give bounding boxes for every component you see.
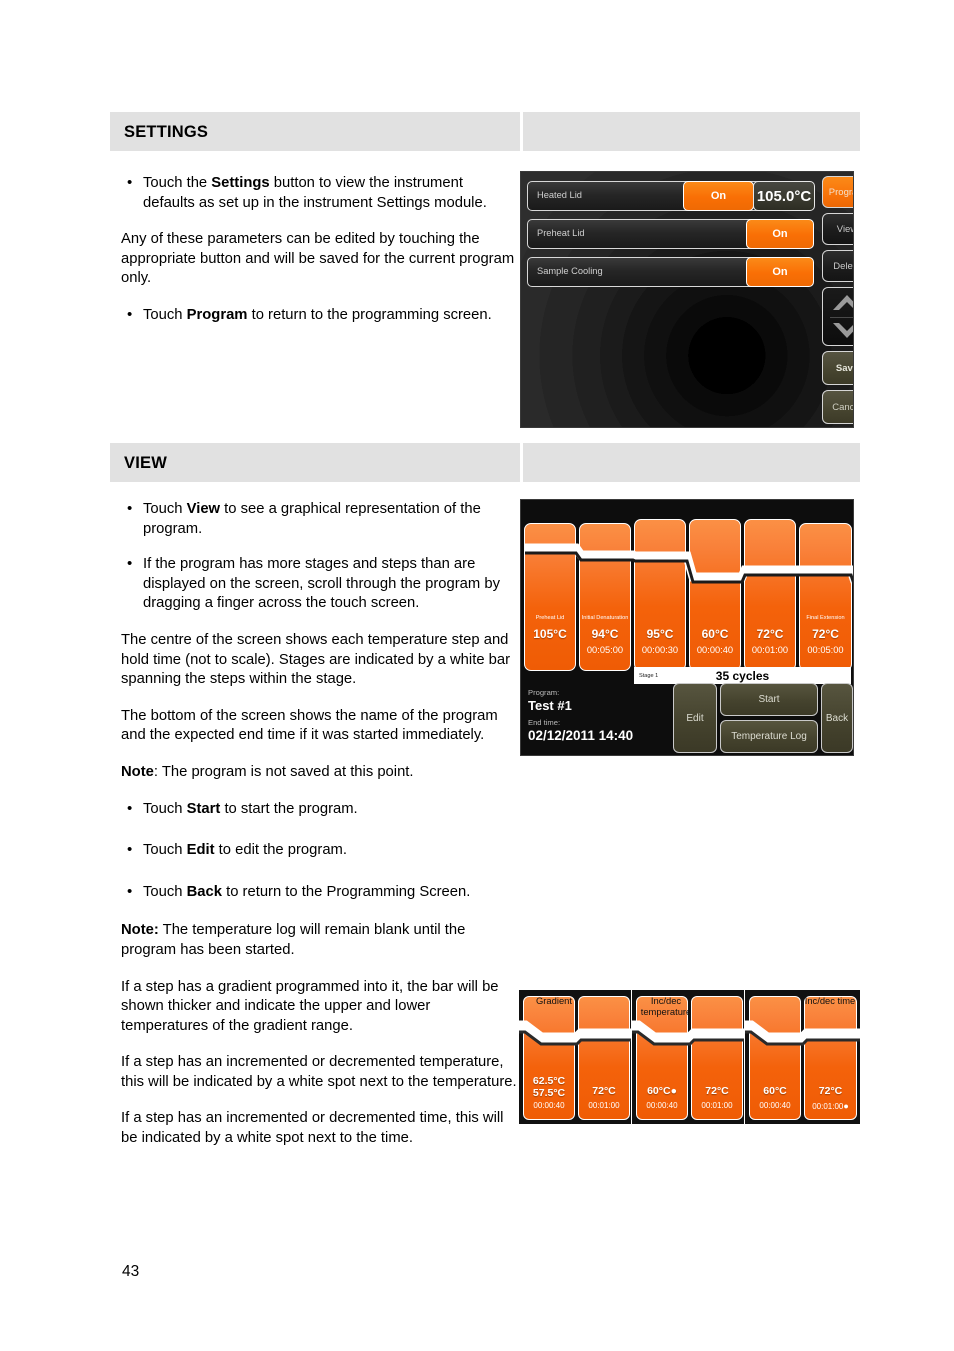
- text-run: Touch the: [143, 175, 212, 191]
- section-title-view: VIEW: [124, 454, 167, 472]
- setting-row-preheat-lid[interactable]: Preheat Lid On: [527, 218, 814, 249]
- text-run-bold: Back: [186, 883, 222, 900]
- program-name: Test #1: [528, 698, 572, 713]
- paragraph: The centre of the screen shows each temp…: [121, 631, 511, 688]
- settings-bullet-list-1: Touch the Settings button to view the in…: [121, 173, 517, 213]
- list-item: Touch Start to start the program.: [127, 799, 517, 820]
- list-item: Touch Edit to edit the program.: [127, 840, 517, 861]
- text-run: to return to the Programming Screen.: [221, 883, 471, 900]
- text-run: to edit the program.: [214, 842, 347, 859]
- view-bullet-list-1: Touch View to see a graphical representa…: [121, 499, 517, 614]
- stage-bar: Stage 1 35 cycles: [634, 667, 851, 684]
- temperature-profile-trace: [745, 1020, 860, 1046]
- incdec-time-example-screen: 60°C 00:00:40 72°C 00:01:00● Inc/dec tim…: [745, 990, 860, 1124]
- text-run-bold: Note: [121, 763, 154, 780]
- section-header-settings: SETTINGS: [110, 112, 860, 151]
- text-run: The temperature log will remain blank un…: [121, 922, 466, 958]
- text-run: to return to the programming screen.: [247, 306, 492, 323]
- cancel-button[interactable]: Cancel: [822, 390, 853, 424]
- view-body-copy: Touch View to see a graphical representa…: [121, 499, 517, 1166]
- program-info: Program: Test #1 End time: 02/12/2011 14…: [528, 688, 633, 748]
- text-run-bold: Program: [186, 306, 248, 323]
- paragraph: If a step has an incremented or decremen…: [121, 1054, 517, 1090]
- text-run-bold: View: [186, 501, 221, 517]
- arrow-divider: [830, 316, 853, 318]
- settings-bullet-list-2: Touch Program to return to the programmi…: [121, 305, 517, 326]
- endtime-label: End time:: [528, 718, 561, 727]
- text-run: : The program is not saved at this point…: [153, 763, 414, 780]
- temperature-profile-trace: [519, 1020, 631, 1046]
- view-button[interactable]: View: [822, 213, 853, 245]
- text-run: Touch: [143, 306, 187, 323]
- page-number: 43: [122, 1263, 140, 1280]
- setting-label: Preheat Lid: [537, 228, 585, 238]
- paragraph: The bottom of the screen shows the name …: [121, 707, 498, 744]
- setting-label: Sample Cooling: [537, 266, 603, 276]
- sample-cooling-toggle[interactable]: On: [746, 256, 814, 287]
- gradient-example-screen: 62.5°C 57.5°C 00:00:40 72°C 00:01:00 Gra…: [519, 990, 631, 1124]
- chevron-up-icon[interactable]: [832, 294, 854, 312]
- text-run: Touch: [143, 842, 187, 859]
- preheat-lid-toggle[interactable]: On: [746, 218, 814, 249]
- header-divider: [520, 112, 523, 151]
- temperature-profile-trace: [525, 543, 853, 586]
- setting-row-sample-cooling[interactable]: Sample Cooling On: [527, 256, 814, 287]
- section-title-settings: SETTINGS: [124, 123, 209, 141]
- delete-button[interactable]: Delete: [822, 250, 853, 282]
- list-item: Touch View to see a graphical representa…: [127, 499, 517, 539]
- callout-incdec-temperature: Inc/dec temperature: [640, 995, 692, 1017]
- setting-label: Heated Lid: [537, 190, 582, 200]
- back-button[interactable]: Back: [821, 683, 853, 753]
- save-button[interactable]: Save: [822, 351, 853, 385]
- callout-incdec-time: Inc/dec time: [804, 995, 856, 1006]
- view-touchscreen[interactable]: Preheat Lid 105°C Initial Denaturation 9…: [520, 499, 854, 756]
- note-program-not-saved: Note: The program is not saved at this p…: [121, 763, 517, 783]
- paragraph: If a step has an incremented or decremen…: [121, 1110, 504, 1147]
- text-run: Touch: [143, 501, 187, 517]
- heated-lid-toggle[interactable]: On: [683, 180, 754, 211]
- text-run-bold: Note:: [121, 922, 159, 939]
- list-item: Touch Program to return to the programmi…: [127, 305, 517, 326]
- stage-cycles: 35 cycles: [715, 668, 770, 683]
- text-run: Touch: [143, 883, 187, 900]
- heated-lid-temperature-value[interactable]: 105.0°C: [753, 181, 815, 211]
- settings-body-copy: Touch the Settings button to view the in…: [121, 173, 517, 343]
- temperature-log-button[interactable]: Temperature Log: [720, 720, 818, 753]
- view-bullet-list-2: Touch Start to start the program. Touch …: [121, 799, 517, 903]
- edit-button[interactable]: Edit: [673, 683, 717, 753]
- paragraph: Any of these parameters can be edited by…: [121, 231, 515, 287]
- endtime-value: 02/12/2011 14:40: [528, 728, 634, 743]
- program-graph: Preheat Lid 105°C Initial Denaturation 9…: [521, 500, 853, 671]
- text-run-bold: Edit: [186, 842, 215, 859]
- start-button[interactable]: Start: [720, 683, 818, 716]
- callout-gradient: Gradient: [536, 995, 572, 1006]
- text-run-bold: Settings: [211, 175, 270, 191]
- list-item: Touch Back to return to the Programming …: [127, 882, 517, 903]
- header-divider: [520, 443, 523, 482]
- paragraph: If a step has a gradient programmed into…: [121, 978, 499, 1034]
- list-item: If the program has more stages and steps…: [127, 554, 517, 614]
- manual-page: SETTINGS Touch the Settings button to vi…: [0, 0, 954, 1351]
- note-temperature-log: Note: The temperature log will remain bl…: [121, 921, 517, 960]
- text-run-bold: Start: [186, 800, 221, 817]
- incdec-temperature-example-screen: 60°C● 00:00:40 72°C 00:01:00 Inc/dec tem…: [632, 990, 744, 1124]
- text-run: to start the program.: [220, 800, 358, 817]
- settings-touchscreen[interactable]: Heated Lid On 105.0°C Preheat Lid On Sam…: [520, 171, 854, 428]
- section-header-view: VIEW: [110, 443, 860, 482]
- list-item: Touch the Settings button to view the in…: [127, 173, 517, 213]
- chevron-down-icon[interactable]: [832, 321, 854, 339]
- program-button[interactable]: Program: [822, 176, 853, 208]
- program-label: Program:: [528, 688, 560, 697]
- text-run: Touch: [143, 800, 187, 817]
- scroll-arrows-pad[interactable]: [822, 287, 854, 346]
